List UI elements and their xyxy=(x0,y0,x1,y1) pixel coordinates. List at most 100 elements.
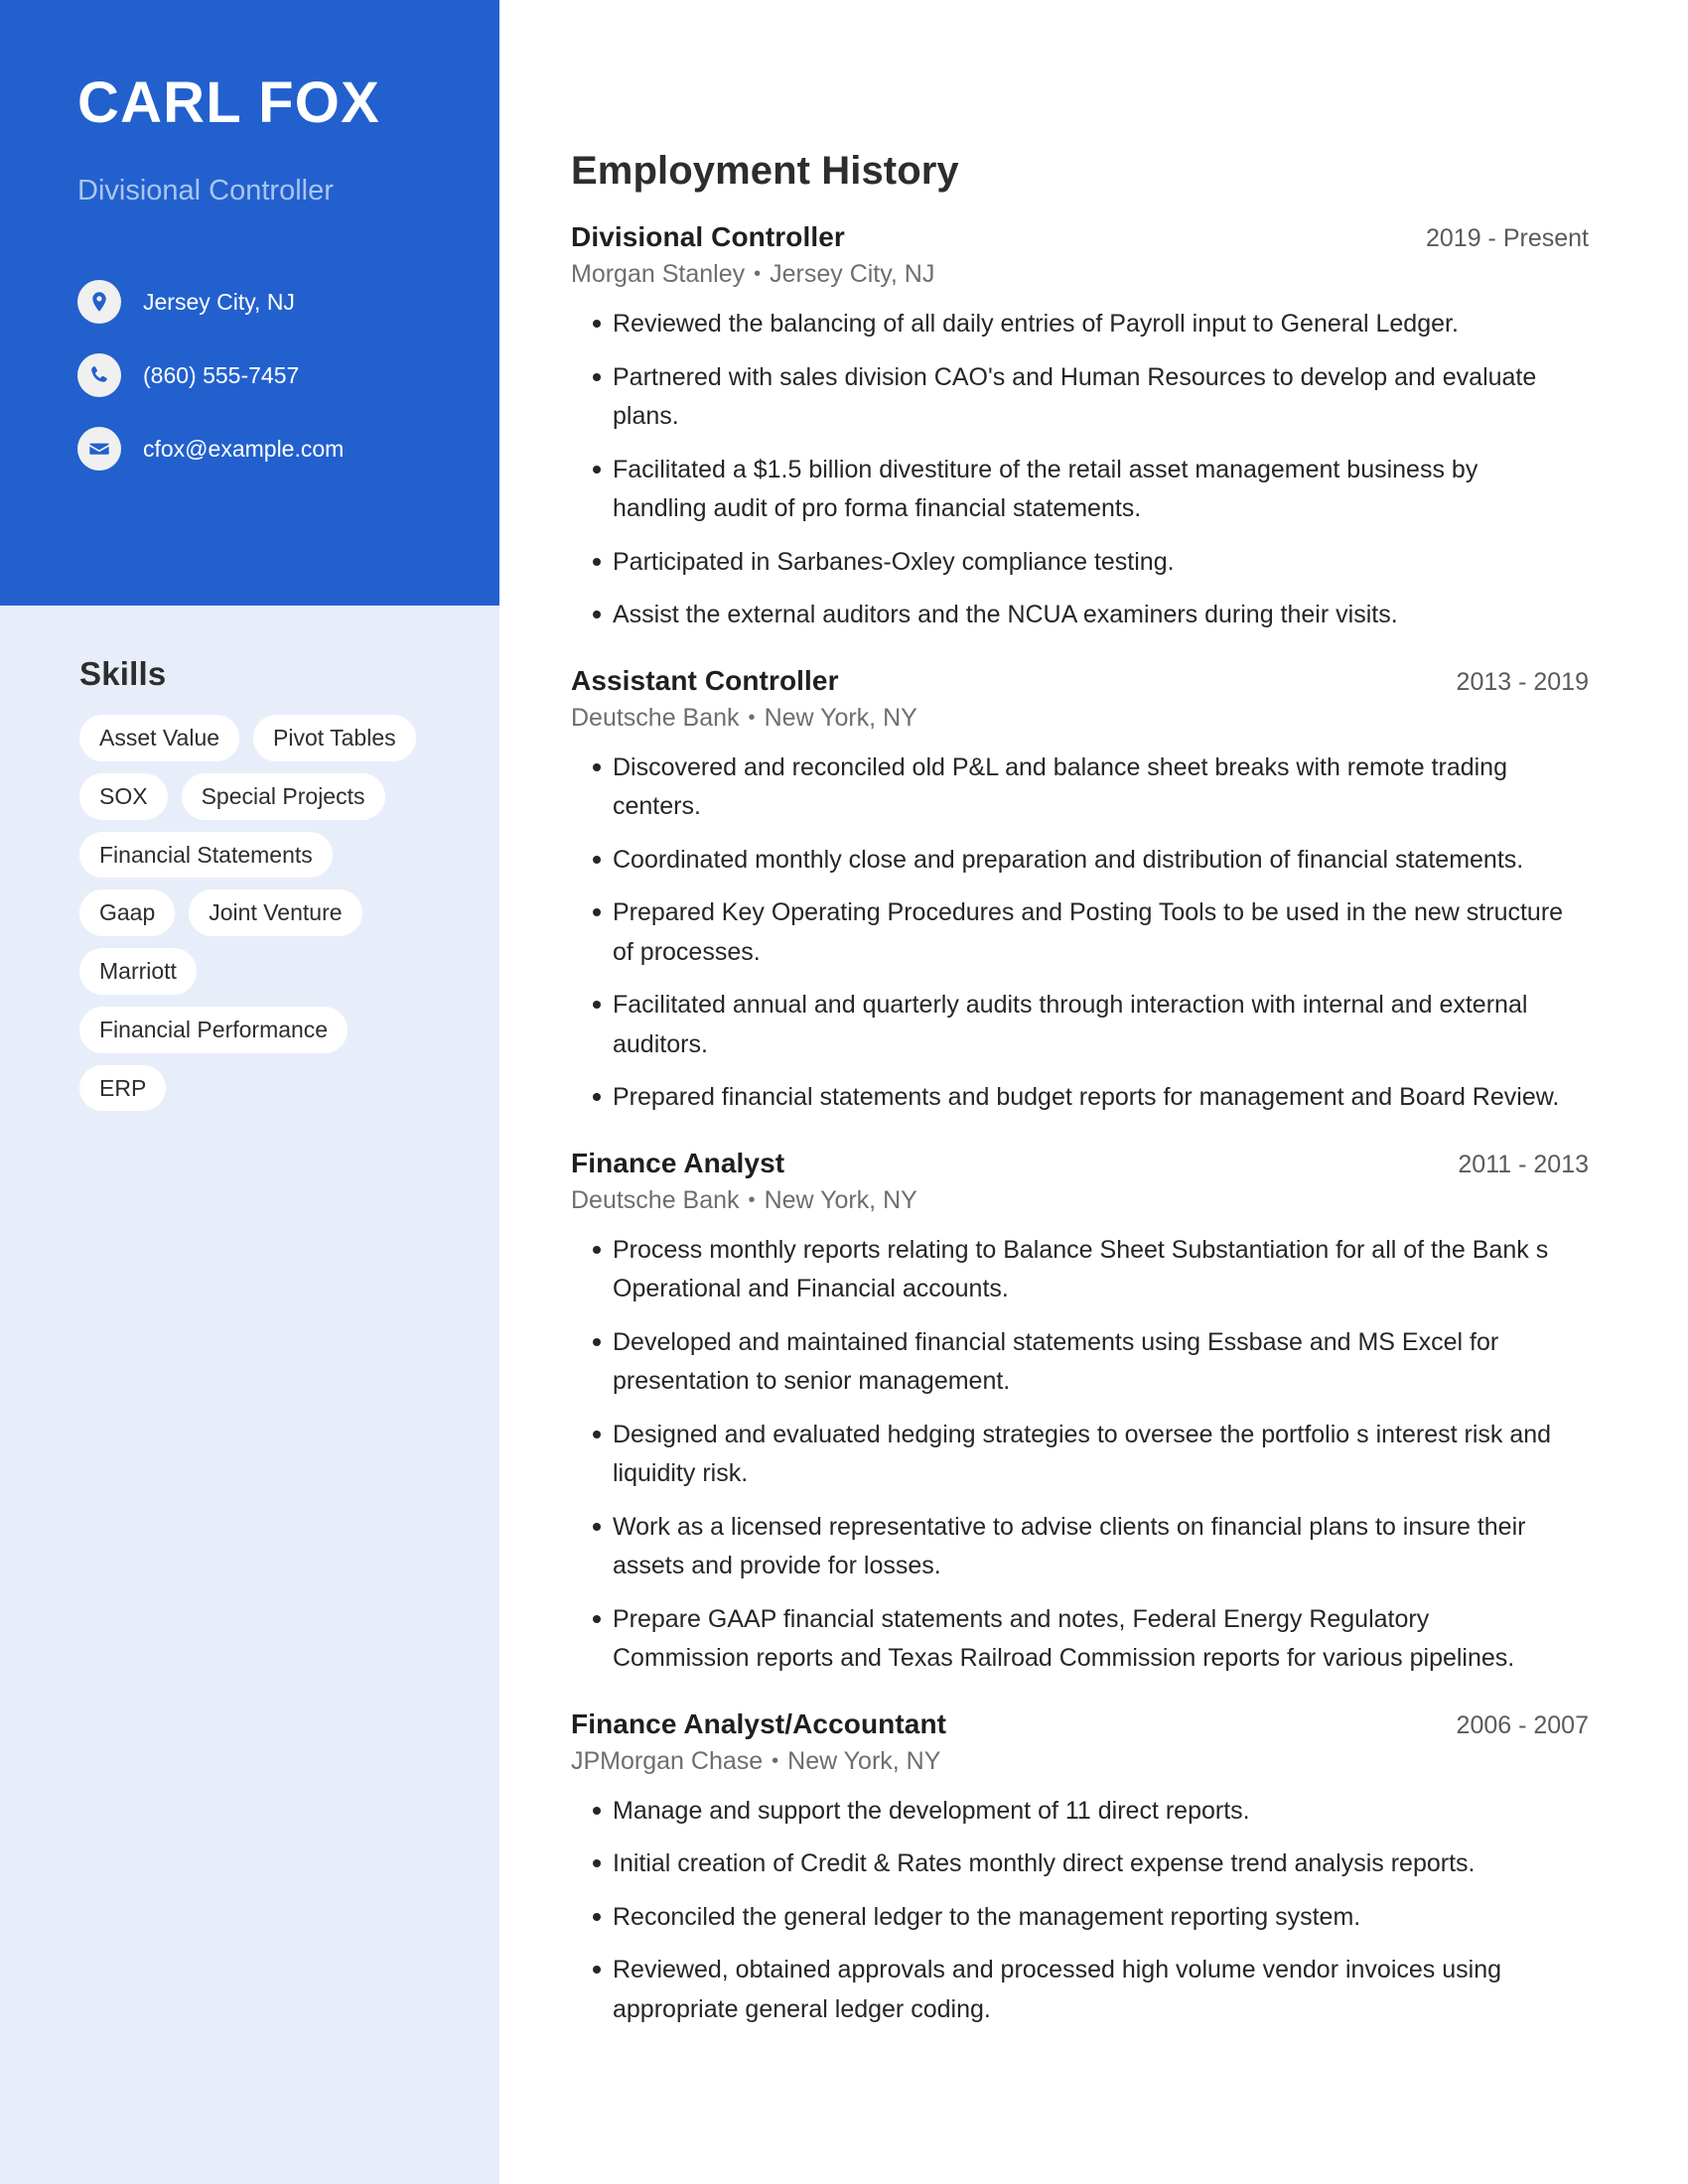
job-bullet: Facilitated annual and quarterly audits … xyxy=(571,986,1564,1064)
job-bullet-text: Prepare GAAP financial statements and no… xyxy=(613,1604,1515,1673)
employment-entry-header: Finance Analyst 2011 - 2013 xyxy=(571,1148,1589,1179)
job-bullet: Facilitated a $1.5 billion divestiture o… xyxy=(571,451,1564,529)
skill-pill: Asset Value xyxy=(79,715,240,761)
job-bullet-text: Discovered and reconciled old P&L and ba… xyxy=(613,752,1507,821)
meta-separator: • xyxy=(772,1749,779,1772)
job-bullet: Process monthly reports relating to Bala… xyxy=(571,1231,1564,1309)
job-bullet: Prepared Key Operating Procedures and Po… xyxy=(571,893,1564,972)
job-bullet: Prepared financial statements and budget… xyxy=(571,1078,1564,1118)
skill-pill: Pivot Tables xyxy=(253,715,416,761)
skill-pill: Financial Performance xyxy=(79,1006,349,1053)
contact-phone: (860) 555-7457 xyxy=(77,353,344,397)
skill-pill: Joint Venture xyxy=(189,889,362,936)
employment-entry-header: Finance Analyst/Accountant 2006 - 2007 xyxy=(571,1708,1589,1740)
job-dates: 2011 - 2013 xyxy=(1458,1150,1589,1178)
job-bullet-text: Assist the external auditors and the NCU… xyxy=(613,601,1398,628)
bullet-dot-icon xyxy=(593,855,601,864)
bullet-dot-icon xyxy=(593,1806,601,1815)
job-bullet: Reconciled the general ledger to the man… xyxy=(571,1898,1564,1938)
job-bullet-text: Coordinated monthly close and preparatio… xyxy=(613,845,1524,874)
job-bullet-text: Work as a licensed representative to adv… xyxy=(613,1512,1526,1580)
skill-pill: Financial Statements xyxy=(79,831,333,879)
job-company: Morgan Stanley xyxy=(571,260,746,288)
bullet-dot-icon xyxy=(593,908,601,916)
profile-headline: Divisional Controller xyxy=(77,175,334,206)
bullet-dot-icon xyxy=(593,611,601,618)
job-bullet-list: Manage and support the development of 11… xyxy=(571,1792,1589,2030)
skill-pill: Marriott xyxy=(79,948,197,995)
skill-pill-list: Asset Value Pivot Tables SOX Special Projec… xyxy=(79,715,437,1112)
bullet-dot-icon xyxy=(593,1966,601,1974)
job-bullet: Partnered with sales division CAO's and … xyxy=(571,358,1564,437)
job-bullet: Assist the external auditors and the NCU… xyxy=(571,596,1564,635)
resume-page: CARL FOX Divisional Controller Jersey Ci… xyxy=(0,0,1688,2184)
job-bullet-text: Developed and maintained financial state… xyxy=(613,1327,1499,1396)
job-bullet: Prepare GAAP financial statements and no… xyxy=(571,1600,1564,1679)
bullet-dot-icon xyxy=(593,1001,601,1009)
job-bullet: Work as a licensed representative to adv… xyxy=(571,1508,1564,1586)
job-bullet: Discovered and reconciled old P&L and ba… xyxy=(571,749,1564,827)
job-dates: 2013 - 2019 xyxy=(1456,667,1589,696)
job-location: New York, NY xyxy=(764,703,917,732)
employment-entry: Divisional Controller 2019 - Present Morga… xyxy=(571,221,1589,635)
employment-entry-header: Divisional Controller 2019 - Present xyxy=(571,221,1589,253)
job-company-location: Deutsche Bank • New York, NY xyxy=(571,1186,1589,1215)
bullet-dot-icon xyxy=(593,372,601,381)
bullet-dot-icon xyxy=(593,1093,601,1101)
job-bullet-text: Prepared financial statements and budget… xyxy=(613,1083,1560,1111)
employment-history-heading: Employment History xyxy=(571,149,959,193)
bullet-dot-icon xyxy=(593,320,601,328)
bullet-dot-icon xyxy=(593,1245,601,1254)
job-bullet-text: Partnered with sales division CAO's and … xyxy=(613,362,1537,431)
bullet-dot-icon xyxy=(593,1337,601,1346)
job-company: JPMorgan Chase xyxy=(571,1746,764,1775)
job-bullet: Initial creation of Credit & Rates month… xyxy=(571,1844,1564,1884)
job-bullet-text: Initial creation of Credit & Rates month… xyxy=(613,1849,1476,1877)
job-bullet-text: Facilitated annual and quarterly audits … xyxy=(613,991,1528,1058)
job-bullet-text: Prepared Key Operating Procedures and Po… xyxy=(613,898,1564,966)
skill-pill: Special Projects xyxy=(181,772,385,820)
bullet-dot-icon xyxy=(593,465,601,474)
job-bullet: Manage and support the development of 11… xyxy=(571,1792,1564,1832)
job-bullet: Reviewed the balancing of all daily entr… xyxy=(571,305,1564,344)
job-bullet: Designed and evaluated hedging strategie… xyxy=(571,1416,1564,1494)
skill-pill: SOX xyxy=(79,772,168,820)
contact-location-text: Jersey City, NJ xyxy=(143,288,295,315)
skills-section: Skills Asset Value Pivot Tables SOX Special… xyxy=(79,655,477,1112)
skill-pill: Gaap xyxy=(79,889,176,936)
meta-separator: • xyxy=(754,263,762,285)
envelope-icon xyxy=(77,427,121,471)
job-location: Jersey City, NJ xyxy=(770,260,935,288)
contact-email: cfox@example.com xyxy=(77,427,344,471)
job-bullet-text: Facilitated a $1.5 billion divestiture o… xyxy=(613,455,1478,523)
job-bullet-text: Participated in Sarbanes-Oxley complianc… xyxy=(613,547,1175,576)
bullet-dot-icon xyxy=(593,1430,601,1438)
employment-entry: Assistant Controller 2013 - 2019 Deutsche … xyxy=(571,665,1589,1118)
job-bullet-text: Reviewed the balancing of all daily entr… xyxy=(613,310,1459,338)
employment-entry: Finance Analyst/Accountant 2006 - 2007 JPM… xyxy=(571,1708,1589,2030)
job-company-location: JPMorgan Chase • New York, NY xyxy=(571,1747,1589,1776)
job-bullet-text: Manage and support the development of 11… xyxy=(613,1796,1250,1825)
job-company-location: Morgan Stanley • Jersey City, NJ xyxy=(571,260,1589,289)
job-dates: 2019 - Present xyxy=(1426,224,1589,252)
job-bullet: Reviewed, obtained approvals and process… xyxy=(571,1951,1564,2029)
contact-email-text: cfox@example.com xyxy=(143,435,345,462)
phone-icon xyxy=(77,353,121,397)
job-bullet: Participated in Sarbanes-Oxley complianc… xyxy=(571,543,1564,583)
job-location: New York, NY xyxy=(764,1185,917,1214)
bullet-dot-icon xyxy=(593,1859,601,1867)
bullet-dot-icon xyxy=(593,1912,601,1921)
meta-separator: • xyxy=(748,1188,756,1211)
job-bullet-list: Discovered and reconciled old P&L and ba… xyxy=(571,749,1589,1118)
employment-entry-header: Assistant Controller 2013 - 2019 xyxy=(571,665,1589,697)
map-pin-icon xyxy=(77,280,121,324)
job-dates: 2006 - 2007 xyxy=(1456,1710,1589,1739)
bullet-dot-icon xyxy=(593,1522,601,1531)
job-bullet-text: Reviewed, obtained approvals and process… xyxy=(613,1956,1501,2023)
job-bullet-text: Process monthly reports relating to Bala… xyxy=(613,1235,1549,1303)
main-content: Employment History Divisional Controller… xyxy=(571,0,1589,2045)
job-bullet: Developed and maintained financial state… xyxy=(571,1323,1564,1402)
contact-list: Jersey City, NJ (860) 555-7457 cfox@exam… xyxy=(77,280,344,500)
job-company: Deutsche Bank xyxy=(571,1185,740,1214)
bullet-dot-icon xyxy=(593,557,601,566)
